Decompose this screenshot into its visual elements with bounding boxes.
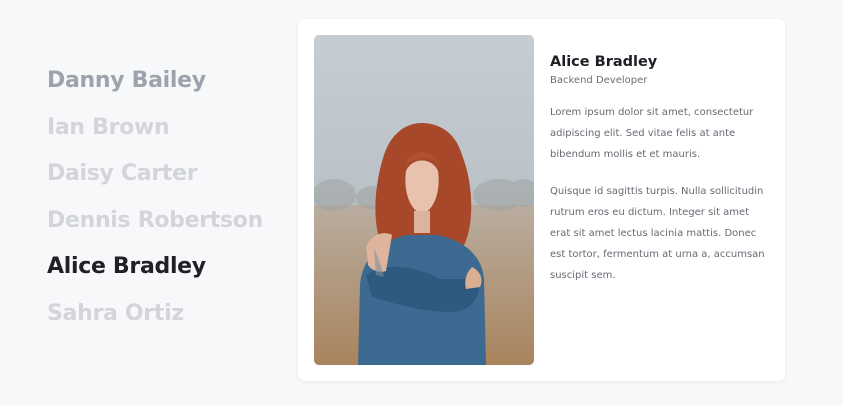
profile-details: Alice Bradley Backend Developer Lorem ip…	[550, 53, 768, 286]
person-dennis-robertson[interactable]: Dennis Robertson	[47, 198, 287, 245]
person-sahra-ortiz[interactable]: Sahra Ortiz	[47, 291, 287, 338]
person-danny-bailey[interactable]: Danny Bailey	[47, 58, 287, 105]
profile-paragraph: Quisque id sagittis turpis. Nulla sollic…	[550, 186, 765, 281]
profile-card: Alice Bradley Backend Developer Lorem ip…	[298, 19, 785, 381]
person-ian-brown[interactable]: Ian Brown	[47, 105, 287, 152]
person-alice-bradley[interactable]: Alice Bradley	[47, 244, 287, 291]
people-list: Danny Bailey Ian Brown Daisy Carter Denn…	[47, 58, 287, 338]
profile-role: Backend Developer	[550, 75, 648, 86]
person-daisy-carter[interactable]: Daisy Carter	[47, 151, 287, 198]
profile-name: Alice Bradley	[550, 54, 658, 70]
profile-photo	[314, 35, 534, 365]
profile-paragraph: Lorem ipsum dolor sit amet, consectetur …	[550, 107, 754, 160]
